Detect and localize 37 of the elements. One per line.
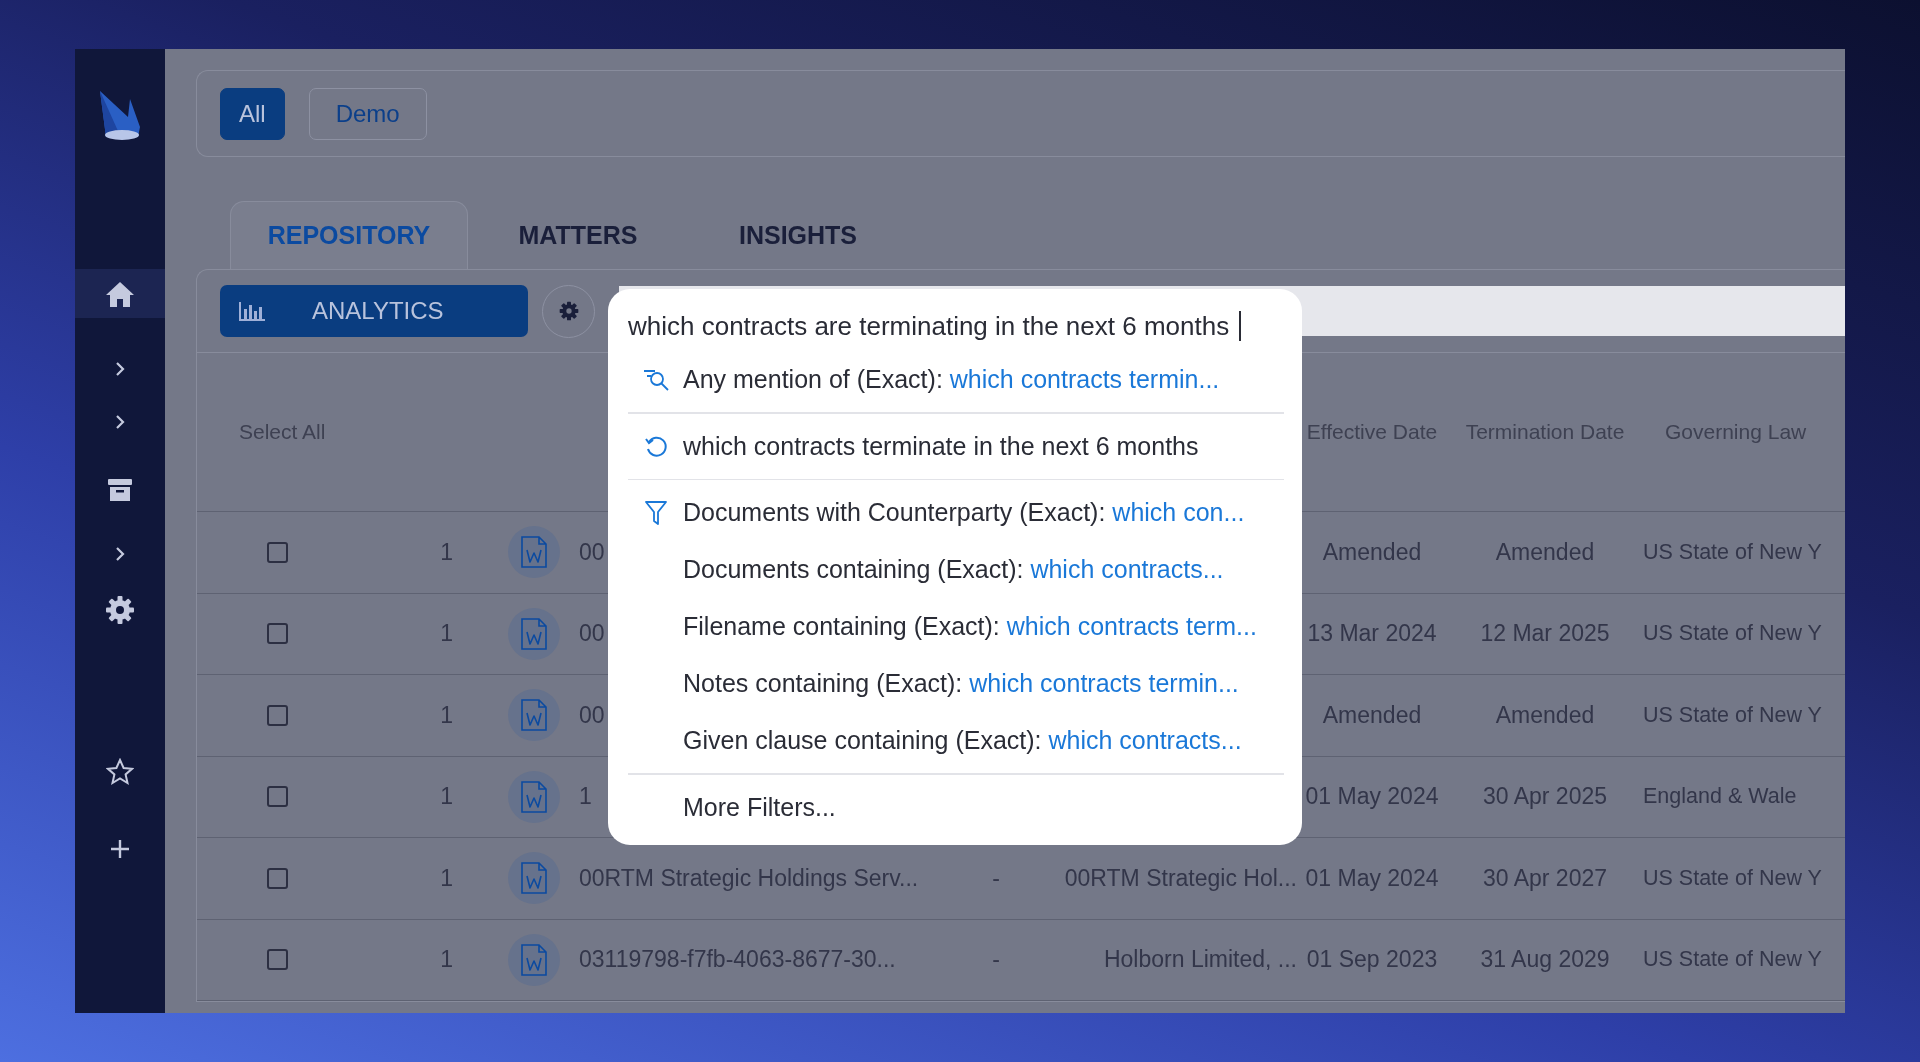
- column-header: Governing Law: [1664, 420, 1807, 444]
- table-cell: Amended: [1495, 538, 1595, 566]
- table-cell-text: 00RTM Strategic Holdings Serv...: [578, 864, 919, 892]
- table-cell: US State of New Y: [1643, 539, 1822, 565]
- table-cell-text: 1: [440, 864, 454, 892]
- table-cell: Amended: [1322, 701, 1422, 729]
- table-cell: 00RTM Strategic Hol...: [1064, 864, 1297, 892]
- table-cell: Holborn Limited, ...: [1103, 946, 1297, 974]
- table-cell: 30 Apr 2025: [1482, 783, 1608, 811]
- table-cell: 12 Mar 2025: [1480, 620, 1610, 648]
- table-cell: US State of New Y: [1643, 865, 1822, 891]
- table-cell-text: 00: [578, 701, 605, 729]
- table-cell: 30 Apr 2027: [1482, 864, 1608, 892]
- table-cell-text: 1: [440, 620, 454, 648]
- table-cell: Amended: [1495, 701, 1595, 729]
- table-cell: US State of New Y: [1643, 621, 1822, 647]
- table-cell-text: 1: [440, 783, 454, 811]
- table-cell: 31 Aug 2029: [1480, 946, 1610, 974]
- table-cell-text: 1: [440, 538, 454, 566]
- column-header: Effective Date: [1306, 420, 1438, 444]
- column-header: Termination Date: [1465, 420, 1625, 444]
- table-cell: 01 May 2024: [1305, 783, 1439, 811]
- table-cell-text: 00: [578, 538, 605, 566]
- table-cell: 01 Sep 2023: [1306, 946, 1438, 974]
- table-cell-text: 1: [440, 946, 454, 974]
- table-cell-text: 00: [578, 620, 605, 648]
- table-cell: England & Wale: [1643, 784, 1797, 810]
- table-cell: 13 Mar 2024: [1307, 620, 1437, 648]
- table-cell: US State of New Y: [1643, 702, 1822, 728]
- table-cell: US State of New Y: [1643, 947, 1822, 973]
- table-cell-text: 1: [578, 783, 592, 811]
- table-cell-text: 03119798-f7fb-4063-8677-30...: [578, 946, 896, 974]
- table-cell: Amended: [1322, 538, 1422, 566]
- table-cell: -: [992, 946, 1000, 974]
- table-cell: -: [992, 864, 1000, 892]
- table-cell: 01 May 2024: [1305, 864, 1439, 892]
- table-cell-text: 1: [440, 701, 454, 729]
